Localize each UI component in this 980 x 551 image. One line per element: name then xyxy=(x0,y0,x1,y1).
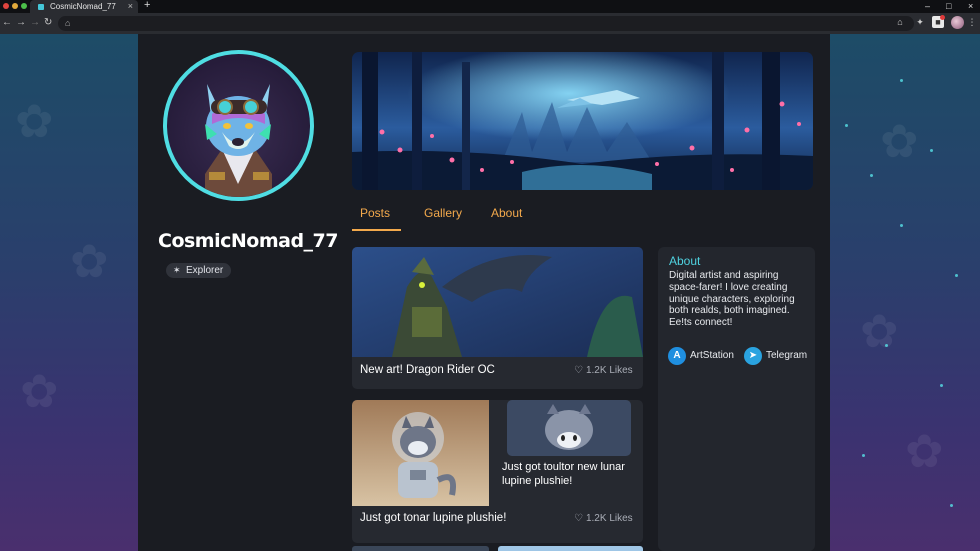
profile-username: CosmicNomad_77 xyxy=(158,230,339,252)
about-bio: Digital artist and aspiring space-farer!… xyxy=(669,270,795,329)
favicon-icon xyxy=(38,4,44,10)
post-card-partial[interactable] xyxy=(498,546,643,551)
paw-print-icon: ✿ xyxy=(905,425,944,477)
tab-posts[interactable]: Posts xyxy=(360,206,390,220)
address-bar[interactable]: ⌂ xyxy=(58,16,914,31)
post-card[interactable]: New art! Dragon Rider OC ♡ 1.2K Likes xyxy=(352,247,643,389)
close-button[interactable]: × xyxy=(968,0,973,13)
maximize-button[interactable]: □ xyxy=(946,0,951,13)
telegram-icon: ➤ xyxy=(744,347,762,365)
back-icon[interactable]: ← xyxy=(2,17,12,29)
post-overlay-text: Just got toultor new lunar lupine plushi… xyxy=(502,461,625,487)
menu-icon[interactable]: ⋮ xyxy=(966,16,978,28)
dragon-rider-image xyxy=(352,247,643,357)
tab-gallery[interactable]: Gallery xyxy=(424,206,462,220)
artstation-link[interactable]: A ArtStation xyxy=(668,347,734,365)
telegram-label: Telegram xyxy=(766,350,808,361)
role-badge-label: Explorer xyxy=(186,265,224,276)
heart-icon: ♡ xyxy=(574,365,583,376)
role-badge: ✶ Explorer xyxy=(166,263,232,278)
forest-banner-image xyxy=(352,52,813,190)
about-panel: About Digital artist and aspiring space-… xyxy=(658,247,815,551)
browser-toolbar: ← → → ↻ ⌂ ⌂ ✦ ■ ⋮ xyxy=(0,13,980,34)
reload-icon[interactable]: ↻ xyxy=(44,17,52,29)
post-likes[interactable]: ♡ 1.2K Likes xyxy=(574,365,633,376)
profile-container: CosmicNomad_77 ✶ Explorer Posts Gallery … xyxy=(138,34,830,551)
forward-disabled-icon[interactable]: → xyxy=(30,17,40,29)
close-window-dot[interactable] xyxy=(3,3,9,9)
astronaut-plush-image xyxy=(352,400,489,506)
paw-print-icon: ✿ xyxy=(860,305,899,357)
post-title: New art! Dragon Rider OC xyxy=(360,364,495,376)
plush-thumbnail-image xyxy=(507,400,631,456)
minimize-button[interactable]: – xyxy=(925,0,930,13)
browser-profile-avatar[interactable] xyxy=(951,16,964,29)
about-title: About xyxy=(669,254,701,268)
wolf-avatar-icon xyxy=(205,84,272,197)
heart-icon: ♡ xyxy=(574,513,583,524)
close-tab-icon[interactable]: × xyxy=(128,0,133,13)
post-likes[interactable]: ♡ 1.2K Likes xyxy=(574,513,633,524)
star-badge-icon: ✶ xyxy=(173,265,181,275)
browser-tab[interactable]: CosmicNomad_77 × xyxy=(30,0,138,13)
profile-banner xyxy=(352,52,813,190)
paw-print-icon: ✿ xyxy=(15,95,54,147)
extension-badge-icon[interactable]: ■ xyxy=(932,15,945,28)
minimize-window-dot[interactable] xyxy=(12,3,18,9)
post-card[interactable]: Just got toultor new lunar lupine plushi… xyxy=(352,400,643,543)
new-tab-button[interactable]: + xyxy=(144,0,150,11)
tab-title: CosmicNomad_77 xyxy=(50,2,116,11)
forward-icon[interactable]: → xyxy=(16,17,26,29)
active-tab-indicator xyxy=(352,229,401,231)
paw-print-icon: ✿ xyxy=(880,115,919,167)
bookmark-icon[interactable]: ⌂ xyxy=(894,16,906,28)
paw-print-icon: ✿ xyxy=(20,365,59,417)
maximize-window-dot[interactable] xyxy=(21,3,27,9)
tab-about[interactable]: About xyxy=(491,206,522,220)
post-card-partial[interactable] xyxy=(352,546,489,551)
paw-print-icon: ✿ xyxy=(70,235,109,287)
profile-avatar[interactable] xyxy=(163,50,314,201)
telegram-link[interactable]: ➤ Telegram xyxy=(744,347,807,365)
post-title: Just got tonar lupine plushie! xyxy=(360,512,507,524)
artstation-icon: A xyxy=(668,347,686,365)
artstation-label: ArtStation xyxy=(690,350,734,361)
home-icon[interactable]: ⌂ xyxy=(65,18,70,28)
browser-tab-bar: CosmicNomad_77 × + – □ × xyxy=(0,0,980,13)
extensions-icon[interactable]: ✦ xyxy=(914,16,926,28)
